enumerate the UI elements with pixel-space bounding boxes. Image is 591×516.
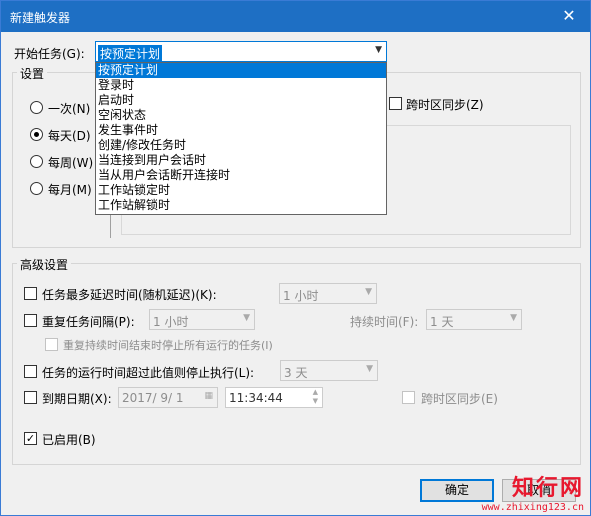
expire-date-value: 2017/ 9/ 1: [122, 391, 184, 405]
chevron-down-icon: ▼: [375, 45, 382, 55]
radio-weekly-label: 每周(W): [48, 156, 94, 170]
repeat-label: 重复任务间隔(P):: [42, 315, 135, 329]
radio-once[interactable]: [30, 101, 43, 114]
delay-value: 1 小时: [283, 289, 319, 303]
spinner-arrows-icon: ▲ ▼: [312, 388, 318, 405]
close-icon[interactable]: ✕: [554, 4, 584, 28]
stop-if-select[interactable]: 3 天 ▼: [280, 360, 378, 381]
title-bar: 新建触发器 ✕: [1, 1, 590, 32]
expire-checkbox[interactable]: [24, 391, 37, 404]
dropdown-option[interactable]: 发生事件时: [96, 123, 386, 138]
enabled-checkbox[interactable]: ✓: [24, 432, 37, 445]
settings-legend: 设置: [17, 65, 48, 82]
chevron-down-icon: ▼: [510, 313, 517, 323]
repeat-checkbox[interactable]: [24, 314, 37, 327]
stop-if-label: 任务的运行时间超过此值则停止执行(L):: [42, 366, 255, 380]
enabled-label: 已启用(B): [42, 433, 96, 447]
chevron-down-icon: ▼: [365, 287, 372, 297]
dialog-title: 新建触发器: [10, 11, 71, 25]
dropdown-option[interactable]: 当连接到用户会话时: [96, 153, 386, 168]
stop-if-checkbox[interactable]: [24, 365, 37, 378]
radio-monthly[interactable]: [30, 182, 43, 195]
radio-monthly-label: 每月(M): [48, 183, 92, 197]
expire-label: 到期日期(X):: [42, 392, 112, 406]
dropdown-option[interactable]: 当从用户会话断开连接时: [96, 168, 386, 183]
radio-once-label: 一次(N): [48, 102, 91, 116]
sync-tz-checkbox[interactable]: [389, 97, 402, 110]
delay-select[interactable]: 1 小时 ▼: [279, 283, 377, 304]
delay-label: 任务最多延迟时间(随机延迟)(K):: [42, 288, 217, 302]
watermark-url: www.zhixing123.cn: [481, 502, 584, 513]
dropdown-option[interactable]: 创建/修改任务时: [96, 138, 386, 153]
dropdown-option[interactable]: 工作站解锁时: [96, 198, 386, 213]
delay-checkbox[interactable]: [24, 287, 37, 300]
duration-value: 1 天: [430, 315, 454, 329]
sync-tz-label: 跨时区同步(Z): [406, 98, 484, 112]
watermark: 知行网 www.zhixing123.cn: [482, 470, 584, 513]
stop-all-checkbox[interactable]: [45, 338, 58, 351]
repeat-value: 1 小时: [153, 315, 189, 329]
stop-all-label: 重复持续时间结束时停止所有运行的任务(I): [63, 339, 273, 352]
repeat-select[interactable]: 1 小时 ▼: [149, 309, 255, 330]
expire-time-spinner[interactable]: 11:34:44 ▲ ▼: [225, 387, 323, 408]
expire-sync-tz-label: 跨时区同步(E): [421, 392, 498, 406]
dropdown-option[interactable]: 工作站锁定时: [96, 183, 386, 198]
dropdown-option[interactable]: 登录时: [96, 78, 386, 93]
advanced-legend: 高级设置: [17, 256, 72, 273]
dropdown-option[interactable]: 空闲状态: [96, 108, 386, 123]
chevron-down-icon: ▼: [243, 313, 250, 323]
stop-if-value: 3 天: [284, 366, 308, 380]
start-task-label: 开始任务(G):: [14, 47, 85, 61]
new-trigger-dialog: 新建触发器 ✕ 开始任务(G): 按预定计划 ▼ 设置 一次(N) 每天(D) …: [0, 0, 591, 516]
radio-weekly[interactable]: [30, 155, 43, 168]
expire-time-value: 11:34:44: [229, 391, 283, 405]
dropdown-option[interactable]: 按预定计划: [96, 63, 386, 78]
chevron-down-icon: ▼: [366, 364, 373, 374]
watermark-brand: 知行网: [511, 476, 584, 501]
expire-sync-tz-checkbox[interactable]: [402, 391, 415, 404]
start-task-value: 按预定计划: [98, 45, 163, 62]
duration-select[interactable]: 1 天 ▼: [426, 309, 522, 330]
radio-daily[interactable]: [30, 128, 43, 141]
calendar-icon: ▦: [204, 391, 213, 401]
start-task-dropdown-list: 按预定计划 登录时 启动时 空闲状态 发生事件时 创建/修改任务时 当连接到用户…: [95, 62, 387, 215]
radio-daily-label: 每天(D): [48, 129, 91, 143]
dropdown-option[interactable]: 启动时: [96, 93, 386, 108]
start-task-select[interactable]: 按预定计划 ▼: [95, 41, 387, 62]
expire-date-picker[interactable]: 2017/ 9/ 1 ▦: [118, 387, 218, 408]
duration-label: 持续时间(F):: [350, 315, 419, 329]
